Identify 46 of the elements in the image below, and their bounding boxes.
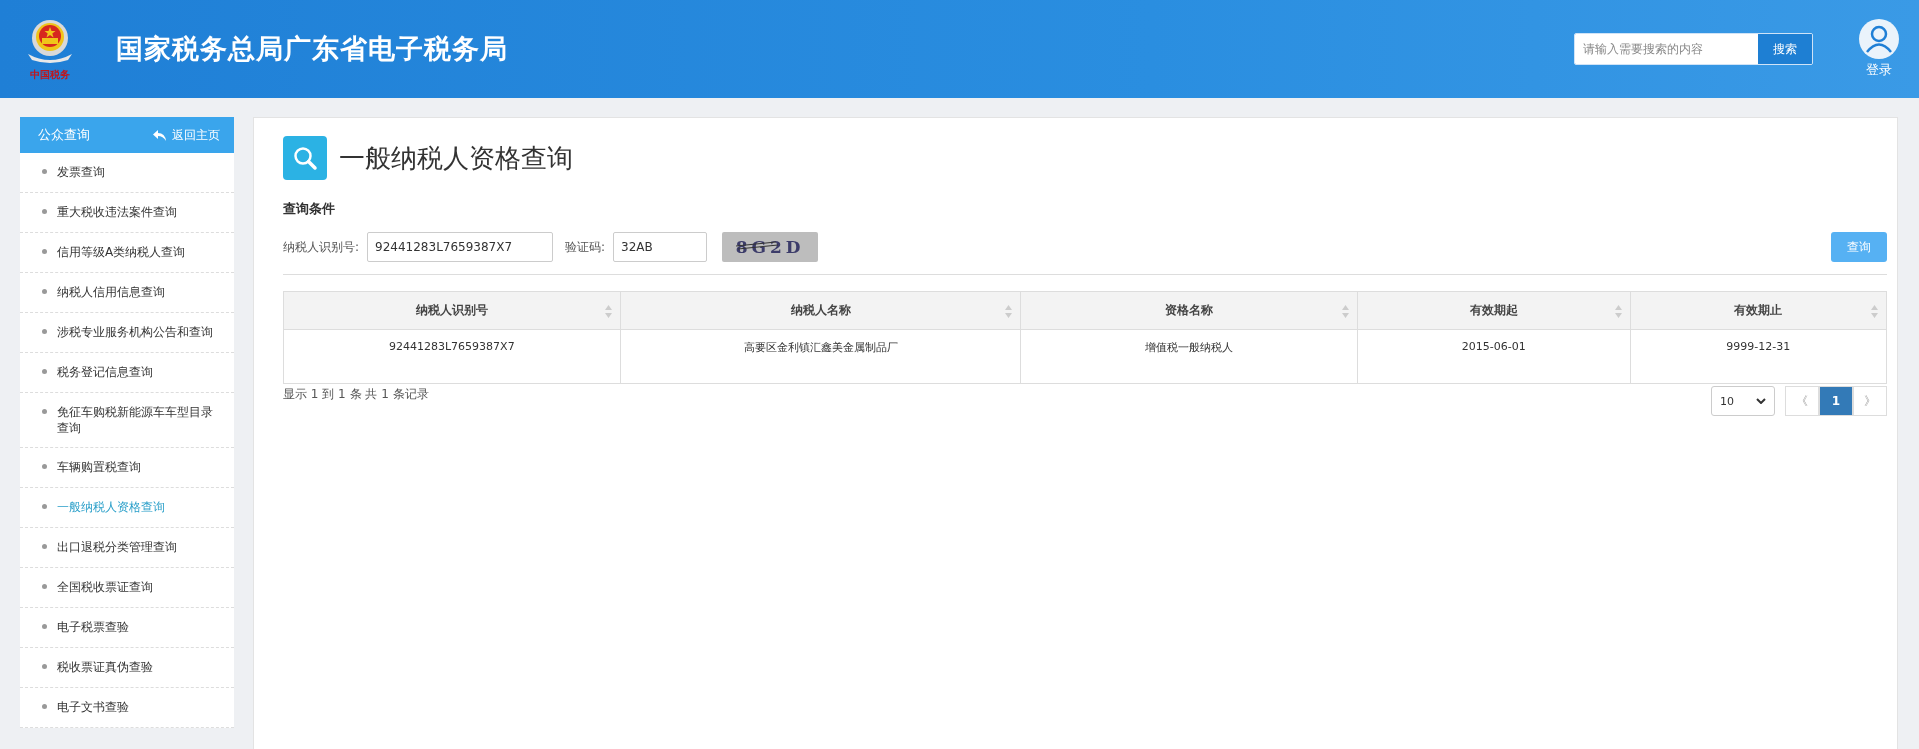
column-header[interactable]: 有效期止 bbox=[1630, 291, 1887, 330]
sidebar-item[interactable]: 电子税票查验 bbox=[20, 608, 234, 648]
sidebar-item[interactable]: 电子文书查验 bbox=[20, 688, 234, 728]
site-title: 国家税务总局广东省电子税务局 bbox=[116, 32, 508, 66]
sort-icon[interactable] bbox=[1342, 305, 1349, 318]
column-header[interactable]: 有效期起 bbox=[1357, 291, 1630, 330]
sort-icon[interactable] bbox=[604, 305, 612, 318]
chevron-down-icon bbox=[1756, 398, 1766, 404]
sidebar-item[interactable]: 税收票证真伪查验 bbox=[20, 648, 234, 688]
sidebar-title: 公众查询 bbox=[38, 126, 90, 144]
captcha-field[interactable]: 32AB bbox=[613, 232, 708, 262]
sidebar-item[interactable]: 发票查询 bbox=[20, 153, 234, 193]
sidebar-item[interactable]: 重大税收违法案件查询 bbox=[20, 193, 234, 233]
sidebar-item[interactable]: 信用等级A类纳税人查询 bbox=[20, 233, 234, 273]
search-field[interactable]: 请输入需要搜索的内容 搜索 bbox=[1574, 33, 1813, 65]
column-header[interactable]: 纳税人识别号 bbox=[283, 291, 621, 330]
taxpayer-id-field[interactable]: 92441283L7659387X7 bbox=[367, 232, 554, 262]
sidebar-item[interactable]: 全国税收票证查询 bbox=[20, 568, 234, 608]
sort-icon[interactable] bbox=[1005, 305, 1013, 318]
search-icon bbox=[283, 136, 327, 180]
table-cell: 增值税一般纳税人 bbox=[1020, 329, 1358, 384]
sort-icon[interactable] bbox=[1871, 305, 1878, 318]
page-title: 一般纳税人资格查询 bbox=[339, 141, 573, 175]
column-header[interactable]: 资格名称 bbox=[1020, 291, 1358, 330]
record-summary: 显示 1 到 1 条 共 1 条记录 bbox=[283, 386, 429, 403]
page-size-select[interactable]: 10 bbox=[1711, 386, 1775, 416]
user-avatar-icon[interactable] bbox=[1859, 19, 1899, 59]
section-heading: 查询条件 bbox=[283, 200, 336, 218]
sidebar-item[interactable]: 车辆购置税查询 bbox=[20, 448, 234, 488]
field-label: 验证码: bbox=[565, 238, 606, 256]
sidebar-item[interactable]: 纳税人信用信息查询 bbox=[20, 273, 234, 313]
search-button[interactable]: 搜索 bbox=[1758, 34, 1812, 64]
field-label: 纳税人识别号: bbox=[283, 238, 360, 256]
sidebar-item[interactable]: 税务登记信息查询 bbox=[20, 353, 234, 393]
back-arrow-icon bbox=[153, 129, 166, 141]
table-cell: 9999-12-31 bbox=[1630, 329, 1887, 384]
sidebar-item[interactable]: 涉税专业服务机构公告和查询 bbox=[20, 313, 234, 353]
sidebar-item[interactable]: 出口退税分类管理查询 bbox=[20, 528, 234, 568]
table-cell: 92441283L7659387X7 bbox=[283, 329, 621, 384]
logo-caption: 中国税务 bbox=[30, 68, 70, 82]
sidebar-item[interactable]: 免征车购税新能源车车型目录查询 bbox=[20, 393, 234, 448]
table-cell: 高要区金利镇汇鑫美金属制品厂 bbox=[620, 329, 1021, 384]
page-button[interactable]: 1 bbox=[1819, 386, 1853, 416]
column-header[interactable]: 纳税人名称 bbox=[620, 291, 1021, 330]
sort-icon[interactable] bbox=[1614, 305, 1622, 318]
table-cell: 2015-06-01 bbox=[1357, 329, 1630, 384]
